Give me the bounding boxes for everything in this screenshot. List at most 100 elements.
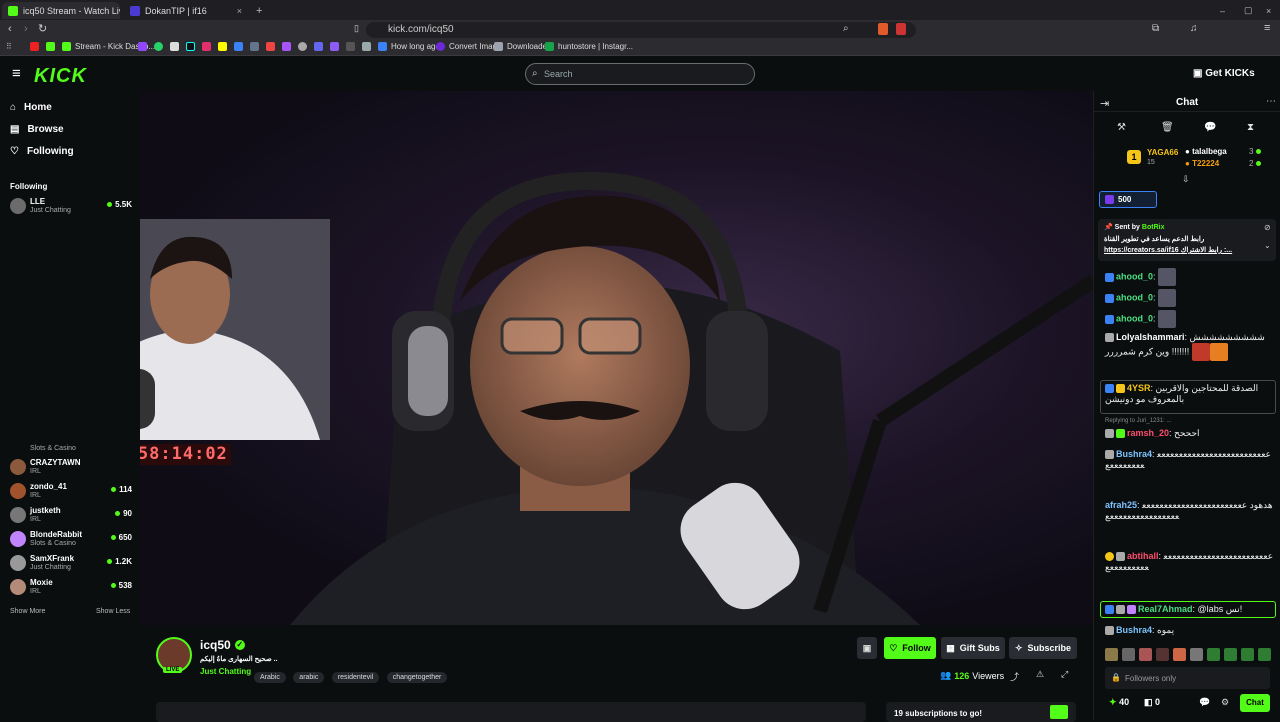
video-player[interactable]: 47:58:14:02: [140, 91, 1093, 625]
chat-menu-icon[interactable]: ⋯: [1266, 96, 1276, 107]
nav-home[interactable]: ⌂ Home: [10, 102, 52, 113]
bookmark-snapchat[interactable]: [218, 42, 227, 51]
tag-chip[interactable]: arabic: [293, 672, 325, 683]
channel-points[interactable]: ◧ 0: [1144, 697, 1160, 708]
chat-bubble-icon[interactable]: 💬: [1204, 122, 1216, 133]
bookmark-x[interactable]: [170, 42, 179, 51]
settings-gear-icon[interactable]: ⚙: [1221, 697, 1229, 708]
channel-name[interactable]: icq50 ✓: [200, 638, 245, 652]
channel-item-lle[interactable]: LLE Just Chatting 5.5K: [10, 196, 132, 216]
url-input[interactable]: kick.com/icq50: [366, 22, 916, 38]
unpin-icon[interactable]: ⊘: [1264, 223, 1271, 232]
bookmark-link[interactable]: [330, 42, 339, 51]
send-chat-button[interactable]: Chat: [1240, 694, 1270, 712]
apps-icon[interactable]: ⠿: [6, 42, 12, 51]
zoom-icon[interactable]: ⌕: [843, 23, 849, 34]
bookmark-link[interactable]: [362, 42, 371, 51]
minimize-icon[interactable]: –: [1214, 2, 1231, 19]
emote-image[interactable]: [1190, 648, 1203, 661]
pinned-message[interactable]: 📌 Sent by BotRix ⊘ رابط الدعم يساعد في ت…: [1098, 219, 1276, 261]
emote-image[interactable]: [1156, 648, 1169, 661]
collapse-chat-icon[interactable]: ⇥: [1100, 97, 1109, 110]
media-icon[interactable]: ♫: [1190, 23, 1198, 34]
channel-item-crazytawn[interactable]: CRAZYTAWN IRL: [10, 457, 132, 477]
expand-leaderboard-icon[interactable]: ⇩: [1182, 174, 1190, 185]
chat-message[interactable]: ramsh_20: احححح: [1105, 428, 1275, 439]
maximize-icon[interactable]: ▢: [1238, 2, 1259, 19]
channel-item-zondo[interactable]: zondo_41 IRL 114: [10, 481, 132, 501]
chevron-down-icon[interactable]: ⌄: [1264, 241, 1271, 250]
share-icon[interactable]: ⤴: [1010, 670, 1019, 683]
hide-chat-icon[interactable]: ⤢: [1061, 669, 1068, 680]
emote-image[interactable]: [1139, 648, 1152, 661]
chat-message[interactable]: ahood_0:: [1105, 289, 1275, 307]
back-icon[interactable]: ‹: [8, 23, 12, 35]
subscribe-button[interactable]: ✧ Subscribe: [1009, 637, 1077, 659]
show-more-link[interactable]: Show More: [10, 608, 45, 615]
channel-item-justketh[interactable]: justketh IRL 90: [10, 505, 132, 525]
bookmark-convert-image[interactable]: Convert Image: [436, 42, 501, 51]
kicks-gift-pill[interactable]: 500: [1099, 191, 1157, 208]
chat-message-highlighted[interactable]: 4YSR: الصدقة للمحتاجين والاقربين بالمعرو…: [1100, 380, 1276, 414]
bookmark-link[interactable]: [314, 42, 323, 51]
bookmark-link[interactable]: [234, 42, 243, 51]
sub-goal-expand-icon[interactable]: [1050, 705, 1068, 719]
bookmark-tiktok[interactable]: [186, 42, 195, 51]
bookmark-link[interactable]: [282, 42, 291, 51]
pinned-line-2[interactable]: https://creators.sa/if16 رابط الاشتراك :…: [1104, 246, 1264, 254]
follow-button[interactable]: ♡ Follow: [884, 637, 936, 659]
chat-message[interactable]: ahood_0:: [1105, 268, 1275, 286]
nav-following[interactable]: ♡ Following: [10, 146, 74, 157]
chat-message[interactable]: ahood_0:: [1105, 310, 1275, 328]
browser-tab-active[interactable]: icq50 Stream - Watch Live on Ki ×: [2, 2, 120, 19]
bookmark-icon[interactable]: ▯: [354, 23, 359, 34]
tag-chip[interactable]: changetogether: [386, 672, 448, 683]
bookmark-instagram[interactable]: [202, 42, 211, 51]
emote-image[interactable]: [1224, 648, 1237, 661]
emote-image[interactable]: [1122, 648, 1135, 661]
tag-chip[interactable]: Arabic: [254, 672, 286, 683]
stream-category-link[interactable]: Just Chatting: [200, 667, 251, 676]
menu-icon[interactable]: ≡: [1264, 22, 1270, 34]
forward-icon[interactable]: ›: [24, 23, 28, 35]
rewards-icon[interactable]: [896, 23, 906, 35]
bookmark-github[interactable]: [298, 42, 307, 51]
hamburger-menu-icon[interactable]: ≡: [12, 65, 21, 82]
emote-image[interactable]: [1207, 648, 1220, 661]
leaderboard-first-name[interactable]: YAGA66: [1147, 148, 1178, 157]
get-kicks-button[interactable]: ▣ Get KICKs: [1193, 68, 1255, 79]
channel-item-blonderabbit[interactable]: BlondeRabbit Slots & Casino 650: [10, 529, 132, 549]
chat-input[interactable]: 🔒 Followers only: [1105, 667, 1270, 689]
reload-icon[interactable]: ↻: [38, 22, 47, 35]
tag-chip[interactable]: residentevil: [331, 672, 380, 683]
chat-message[interactable]: Bushra4: يموه: [1105, 625, 1275, 636]
bookmark-link[interactable]: [346, 42, 355, 51]
new-tab-button[interactable]: +: [250, 2, 268, 19]
gift-subs-button[interactable]: ▦ Gift Subs: [941, 637, 1005, 659]
channel-item-samxfrank[interactable]: SamXFrank Just Chatting 1.2K: [10, 553, 132, 573]
bookmark-downloader[interactable]: Downloader: [494, 42, 550, 51]
bookmark-kick[interactable]: [46, 42, 55, 51]
show-less-link[interactable]: Show Less: [96, 608, 130, 615]
close-window-icon[interactable]: ×: [1260, 2, 1277, 19]
browser-tab[interactable]: DokanTIP | if16 ×: [124, 2, 248, 19]
chat-message[interactable]: afrah25: هدهود ععععععععععععععععععععععععع…: [1105, 500, 1275, 522]
bookmark-twitch[interactable]: [138, 42, 147, 51]
bookmark-link[interactable]: [250, 42, 259, 51]
channel-item-moxie[interactable]: Moxie IRL 538: [10, 577, 132, 597]
bookmark-whatsapp[interactable]: [154, 42, 163, 51]
trash-icon[interactable]: 🗑: [1161, 122, 1174, 133]
leaderboard-third-name[interactable]: ● T22224: [1185, 159, 1219, 168]
chat-message-highlighted[interactable]: Real7Ahmad: @labs نس!: [1100, 601, 1276, 618]
slow-mode-icon[interactable]: ⧗: [1247, 122, 1254, 133]
emote-picker-icon[interactable]: 💬: [1199, 697, 1210, 708]
emote-image[interactable]: [1241, 648, 1254, 661]
brave-shield-icon[interactable]: [878, 23, 888, 35]
kick-logo[interactable]: KICK: [34, 65, 87, 88]
leaderboard-second-name[interactable]: ● talalbega: [1185, 147, 1227, 156]
notification-button[interactable]: ▣: [857, 637, 877, 659]
close-tab-icon[interactable]: ×: [237, 6, 242, 16]
chat-message[interactable]: Bushra4: ععععععععععععععععععععععععععععععع…: [1105, 449, 1275, 471]
bookmark-youtube[interactable]: [30, 42, 39, 51]
report-icon[interactable]: ⚠: [1036, 669, 1044, 680]
